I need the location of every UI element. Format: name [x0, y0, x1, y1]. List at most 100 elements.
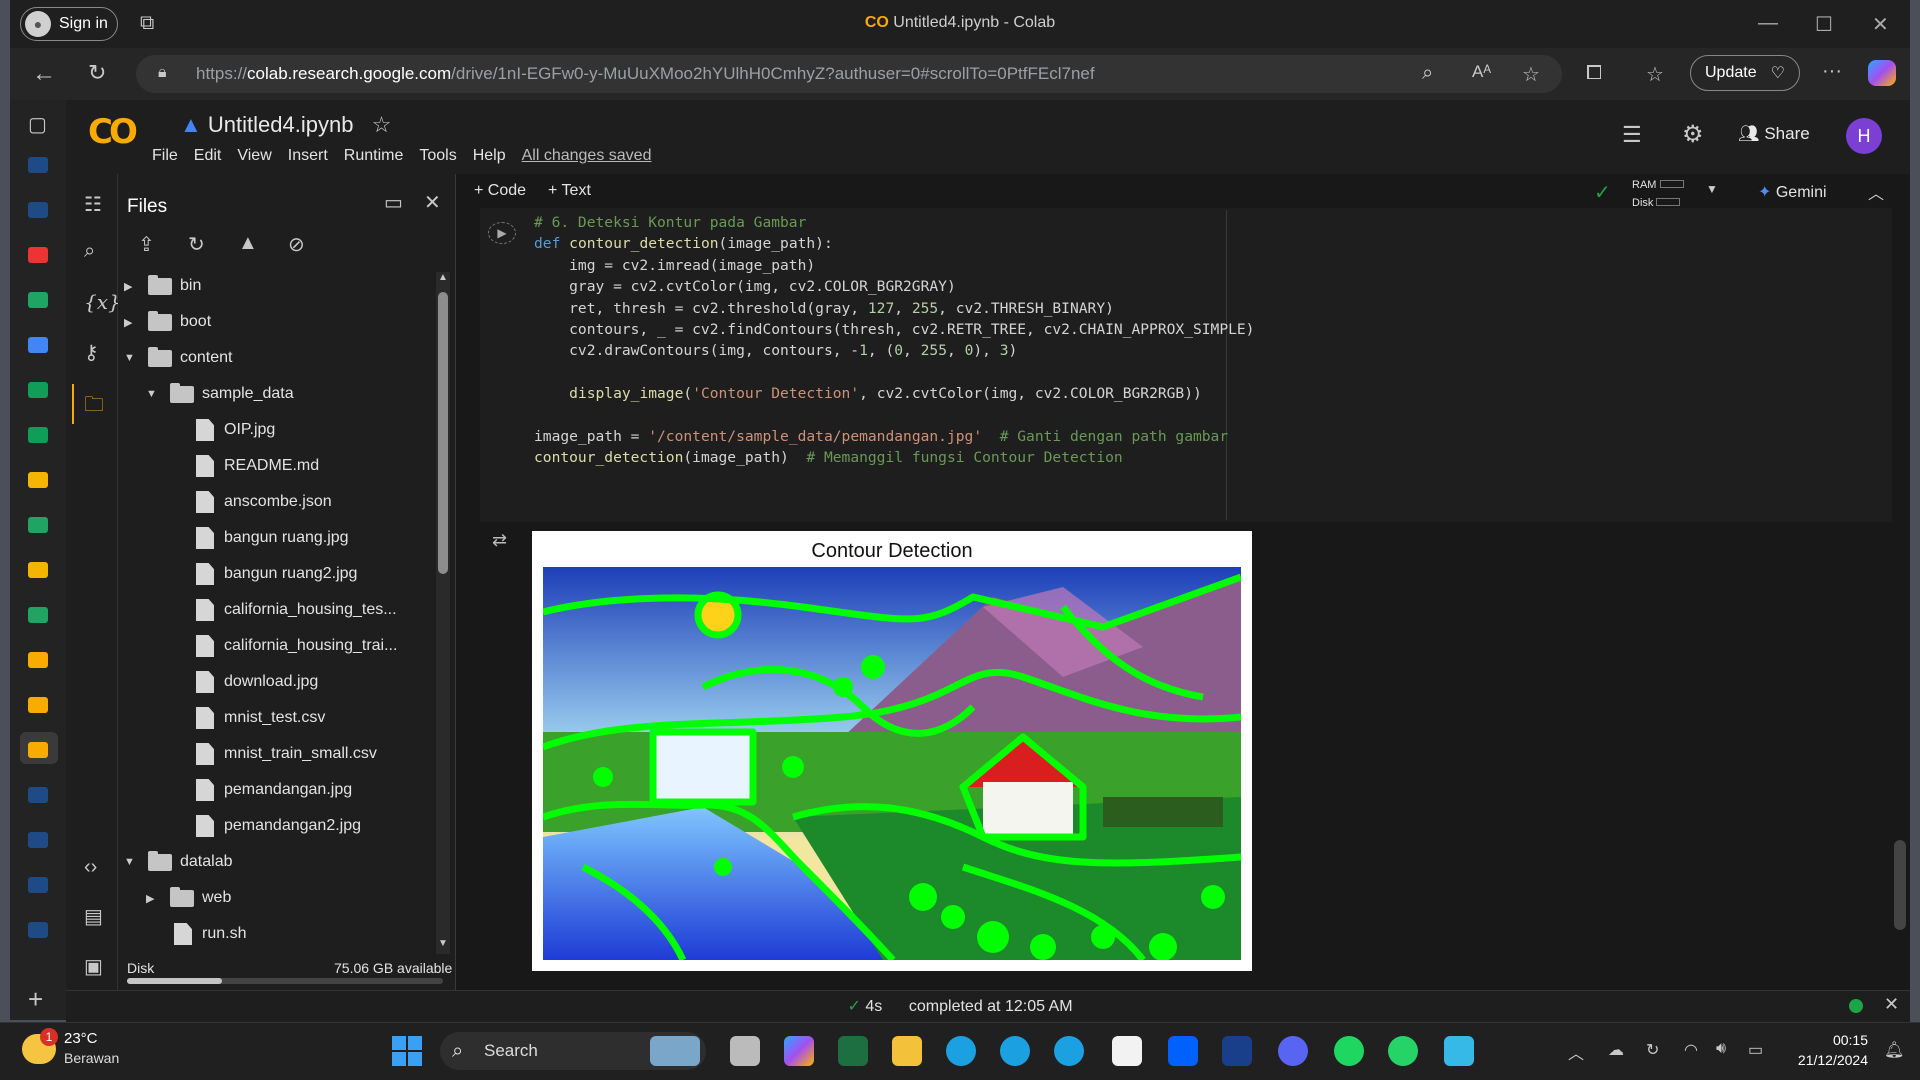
files-scrollbar-thumb[interactable] — [438, 292, 448, 574]
menu-tools[interactable]: Tools — [419, 147, 456, 165]
code-editor[interactable]: # 6. Deteksi Kontur pada Gambar def cont… — [534, 212, 1254, 469]
scroll-down-icon[interactable]: ▼ — [438, 938, 448, 949]
drive-tab-icon[interactable] — [28, 517, 48, 533]
battery-icon[interactable]: ▭ — [1748, 1040, 1763, 1060]
colab-tab-icon[interactable] — [28, 742, 48, 758]
hide-files-icon[interactable]: ⊘ — [288, 232, 305, 257]
onedrive-icon[interactable]: ☁ — [1608, 1040, 1624, 1060]
slides-tab-icon[interactable] — [28, 472, 48, 488]
app-icon[interactable] — [1222, 1036, 1252, 1066]
file-row[interactable]: pemandangan.jpg — [124, 772, 434, 808]
discord-icon[interactable] — [1278, 1036, 1308, 1066]
tray-overflow-icon[interactable]: ︿ — [1568, 1040, 1584, 1064]
file-row[interactable]: bangun ruang.jpg — [124, 520, 434, 556]
command-palette-icon[interactable]: ▤ — [84, 904, 103, 929]
gemini-button[interactable]: ✦ Gemini — [1758, 182, 1827, 202]
collapse-icon[interactable]: ︿ — [1868, 180, 1884, 204]
search-tab-icon[interactable] — [28, 157, 48, 173]
extensions-icon[interactable]: ⧠ — [1586, 62, 1602, 85]
youtube-tab-icon[interactable] — [28, 247, 48, 263]
notebook-title[interactable]: ▲ Untitled4.ipynb ☆ — [180, 112, 391, 138]
system-clock[interactable]: 00:15 21/12/2024 — [1788, 1030, 1868, 1070]
start-windows-icon[interactable] — [392, 1036, 422, 1066]
secrets-key-icon[interactable]: ⚷ — [84, 340, 99, 365]
user-avatar[interactable]: H — [1846, 118, 1882, 154]
close-panel-icon[interactable]: ✕ — [424, 190, 441, 215]
chevron-down-icon[interactable]: ▼ — [124, 856, 138, 868]
folder-row[interactable]: ▶ web — [124, 880, 434, 916]
folder-row[interactable]: ▼ sample_data — [124, 376, 434, 412]
spreadsheet-app-icon[interactable] — [838, 1036, 868, 1066]
save-status[interactable]: All changes saved — [522, 147, 652, 165]
file-row[interactable]: mnist_test.csv — [124, 700, 434, 736]
whatsapp-icon[interactable] — [1388, 1036, 1418, 1066]
copilot-icon[interactable] — [1868, 60, 1896, 86]
file-row[interactable]: california_housing_trai... — [124, 628, 434, 664]
minimize-icon[interactable]: — — [1758, 12, 1778, 35]
code-snippets-icon[interactable]: ‹› — [84, 856, 97, 879]
search-tab-icon[interactable] — [28, 202, 48, 218]
edge-browser-icon[interactable] — [1054, 1036, 1084, 1066]
colab-tab-icon[interactable] — [28, 697, 48, 713]
folder-row[interactable]: ▶ boot — [124, 304, 434, 340]
file-row[interactable]: OIP.jpg — [124, 412, 434, 448]
wifi-icon[interactable]: ◠ — [1684, 1040, 1698, 1060]
drive-tab-icon[interactable] — [28, 607, 48, 623]
settings-gear-icon[interactable]: ⚙ — [1682, 120, 1704, 149]
folder-row[interactable]: ▶ bin — [124, 268, 434, 304]
menu-runtime[interactable]: Runtime — [344, 147, 404, 165]
close-icon[interactable]: ✕ — [1872, 12, 1889, 37]
file-row[interactable]: anscombe.json — [124, 484, 434, 520]
microsoft-store-icon[interactable] — [1112, 1036, 1142, 1066]
back-icon[interactable]: ← — [32, 60, 56, 88]
chevron-down-icon[interactable]: ▼ — [124, 352, 138, 364]
chevron-right-icon[interactable]: ▶ — [146, 892, 160, 905]
copilot-app-icon[interactable] — [784, 1036, 814, 1066]
dropbox-icon[interactable] — [1168, 1036, 1198, 1066]
star-icon[interactable]: ☆ — [372, 112, 392, 137]
add-text-button[interactable]: + Text — [548, 182, 591, 200]
folder-row[interactable]: ▼ datalab — [124, 844, 434, 880]
weather-status[interactable]: Berawan — [64, 1050, 119, 1066]
menu-edit[interactable]: Edit — [194, 147, 222, 165]
file-row[interactable]: california_housing_tes... — [124, 592, 434, 628]
folder-row[interactable]: ▼ content — [124, 340, 434, 376]
search-tab-icon[interactable] — [28, 922, 48, 938]
resource-indicator[interactable]: RAM Disk — [1632, 176, 1684, 212]
terminal-icon[interactable]: ▣ — [84, 954, 103, 979]
read-aloud-icon[interactable]: Aᴬ — [1472, 62, 1491, 82]
docs-tab-icon[interactable] — [28, 337, 48, 353]
search-tab-icon[interactable] — [28, 832, 48, 848]
search-tab-icon[interactable] — [28, 787, 48, 803]
menu-view[interactable]: View — [237, 147, 271, 165]
refresh-files-icon[interactable]: ↻ — [188, 232, 205, 257]
file-row[interactable]: pemandangan2.jpg — [124, 808, 434, 844]
volume-icon[interactable]: 🔊︎ — [1716, 1040, 1726, 1058]
refresh-icon[interactable]: ↻ — [88, 60, 106, 86]
favorites-icon[interactable]: ☆ — [1646, 62, 1664, 87]
notifications-bell-icon[interactable]: 🔔︎ — [1884, 1040, 1904, 1060]
file-row[interactable]: bangun ruang2.jpg — [124, 556, 434, 592]
chevron-right-icon[interactable]: ▶ — [124, 280, 138, 293]
slides-tab-icon[interactable] — [28, 562, 48, 578]
sheets-tab-icon[interactable] — [28, 382, 48, 398]
menu-insert[interactable]: Insert — [288, 147, 328, 165]
temperature[interactable]: 23°C — [64, 1030, 98, 1047]
comments-icon[interactable]: ☰ — [1622, 122, 1642, 148]
menu-file[interactable]: File — [152, 147, 178, 165]
favorite-star-icon[interactable]: ☆ — [1522, 62, 1540, 87]
notepad-icon[interactable] — [1444, 1036, 1474, 1066]
close-status-icon[interactable]: ✕ — [1884, 994, 1899, 1015]
menu-help[interactable]: Help — [473, 147, 506, 165]
table-of-contents-icon[interactable]: ☷ — [84, 192, 102, 217]
file-row[interactable]: README.md — [124, 448, 434, 484]
file-explorer-icon[interactable] — [892, 1036, 922, 1066]
add-code-button[interactable]: + Code — [474, 182, 526, 200]
run-cell-icon[interactable]: ▶ — [488, 222, 516, 244]
drive-tab-icon[interactable] — [28, 292, 48, 308]
edge-browser-icon[interactable] — [946, 1036, 976, 1066]
file-row[interactable]: run.sh — [124, 916, 434, 952]
lock-icon[interactable]: 🔒︎ — [158, 64, 167, 82]
edge-browser-icon[interactable] — [1000, 1036, 1030, 1066]
chevron-right-icon[interactable]: ▶ — [124, 316, 138, 329]
